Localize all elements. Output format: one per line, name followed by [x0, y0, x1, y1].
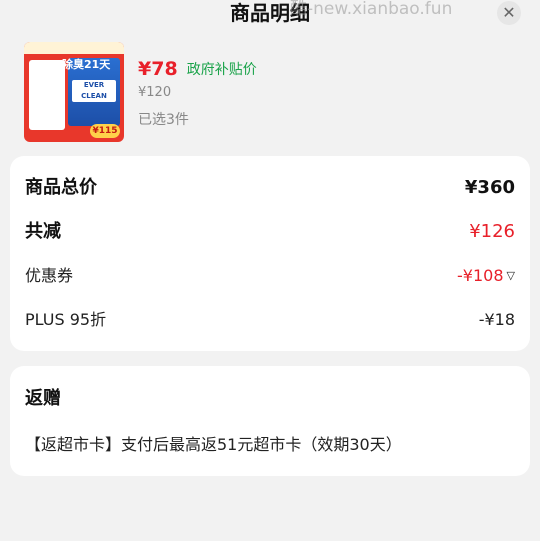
- price-row: ¥78 政府补贴价: [138, 58, 257, 82]
- plus-row: PLUS 95折 -¥18: [25, 307, 515, 333]
- coupon-value: -¥108: [457, 266, 504, 285]
- product-price: ¥78: [138, 58, 178, 80]
- gift-card: 返赠 【返超市卡】支付后最高返51元超市卡（效期30天）: [10, 366, 530, 476]
- thumb-box-label: EVER CLEAN: [72, 80, 116, 102]
- coupon-value-wrap[interactable]: -¥108 ▽: [457, 263, 515, 289]
- page-title: 商品明细: [230, 1, 310, 25]
- original-price: ¥120: [138, 85, 172, 100]
- reduce-row: 共减 ¥126: [25, 219, 515, 245]
- plus-label: PLUS 95折: [25, 310, 107, 329]
- watermark-text: 酷-new.xianbao.fun: [290, 0, 453, 19]
- total-value: ¥360: [464, 177, 515, 198]
- subsidy-label: 政府补贴价: [186, 62, 257, 78]
- total-label: 商品总价: [25, 177, 97, 198]
- coupon-label: 优惠券: [25, 266, 74, 285]
- header: 商品明细 酷-new.xianbao.fun ✕: [0, 0, 540, 30]
- reduce-label: 共减: [25, 221, 61, 242]
- total-row: 商品总价 ¥360: [25, 175, 515, 201]
- product-thumbnail[interactable]: 除臭21天 EVER CLEAN ¥115: [24, 42, 124, 142]
- thumb-top-band: [24, 42, 124, 54]
- reduce-value: ¥126: [469, 221, 515, 242]
- gift-text: 【返超市卡】支付后最高返51元超市卡（效期30天）: [25, 435, 402, 454]
- price-summary-card: 商品总价 ¥360 共减 ¥126 优惠券 -¥108 ▽ PLUS 95折 -¥…: [10, 156, 530, 351]
- thumb-left-panel: [29, 60, 65, 130]
- coupon-row[interactable]: 优惠券 -¥108 ▽: [25, 263, 515, 289]
- plus-value: -¥18: [478, 310, 515, 329]
- thumb-headline: 除臭21天: [62, 58, 111, 71]
- quantity-label: 已选3件: [138, 112, 189, 128]
- thumb-price-tag: ¥115: [90, 124, 120, 138]
- product-item: 除臭21天 EVER CLEAN ¥115 ¥78 政府补贴价 ¥120 已选3…: [0, 40, 540, 145]
- gift-title: 返赠: [25, 388, 61, 409]
- close-icon[interactable]: ✕: [497, 1, 521, 25]
- chevron-down-icon[interactable]: ▽: [507, 263, 515, 289]
